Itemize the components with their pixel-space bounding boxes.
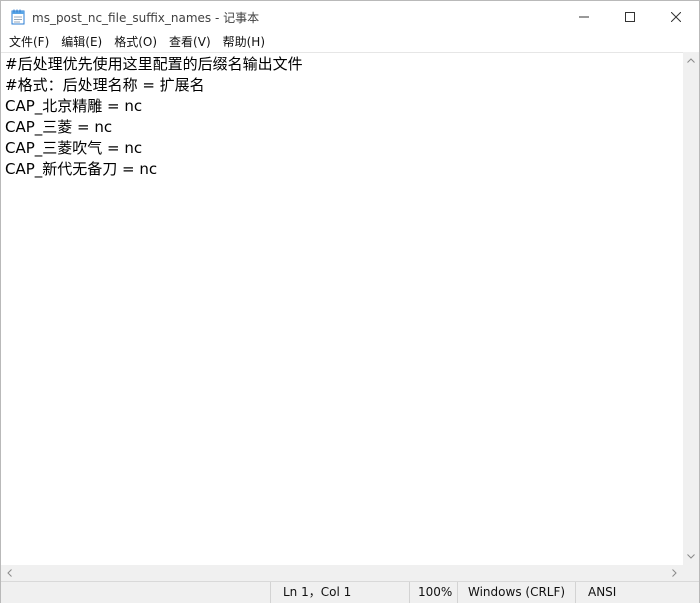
title-bar[interactable]: ms_post_nc_file_suffix_names - 记事本 xyxy=(1,1,699,32)
menu-bar: 文件(F) 编辑(E) 格式(O) 查看(V) 帮助(H) xyxy=(1,32,699,52)
menu-file[interactable]: 文件(F) xyxy=(3,32,55,52)
scroll-left-button[interactable] xyxy=(1,565,18,581)
text-line[interactable]: CAP_新代无备刀 = nc xyxy=(1,159,303,180)
scroll-right-button[interactable] xyxy=(666,565,683,581)
text-line[interactable]: #格式：后处理名称 = 扩展名 xyxy=(1,75,303,96)
cursor-position: Ln 1，Col 1 xyxy=(270,582,409,603)
chevron-right-icon xyxy=(672,569,677,577)
text-editor[interactable]: #后处理优先使用这里配置的后缀名输出文件 #格式：后处理名称 = 扩展名 CAP… xyxy=(1,52,683,565)
text-line[interactable]: #后处理优先使用这里配置的后缀名输出文件 xyxy=(1,54,303,75)
scrollbar-corner xyxy=(683,565,699,581)
text-line[interactable]: CAP_三菱 = nc xyxy=(1,117,303,138)
text-line[interactable]: CAP_北京精雕 = nc xyxy=(1,96,303,117)
horizontal-scrollbar[interactable] xyxy=(1,565,683,581)
text-line[interactable]: CAP_三菱吹气 = nc xyxy=(1,138,303,159)
status-bar: Ln 1，Col 1 100% Windows (CRLF) ANSI xyxy=(1,581,699,603)
chevron-up-icon xyxy=(687,58,695,63)
close-button[interactable] xyxy=(653,1,699,32)
notepad-window: ms_post_nc_file_suffix_names - 记事本 文件(F)… xyxy=(0,0,700,603)
line-ending: Windows (CRLF) xyxy=(457,582,575,603)
zoom-level: 100% xyxy=(409,582,457,603)
scroll-up-button[interactable] xyxy=(683,52,699,69)
close-icon xyxy=(671,11,681,22)
minimize-button[interactable] xyxy=(561,1,607,32)
encoding: ANSI xyxy=(575,582,699,603)
window-title: ms_post_nc_file_suffix_names - 记事本 xyxy=(32,11,260,25)
menu-edit[interactable]: 编辑(E) xyxy=(55,32,108,52)
menu-view[interactable]: 查看(V) xyxy=(163,32,217,52)
chevron-left-icon xyxy=(7,569,12,577)
menu-format[interactable]: 格式(O) xyxy=(108,32,163,52)
maximize-icon xyxy=(625,11,635,22)
editor-content[interactable]: #后处理优先使用这里配置的后缀名输出文件 #格式：后处理名称 = 扩展名 CAP… xyxy=(1,54,303,180)
minimize-icon xyxy=(579,16,589,17)
notepad-icon xyxy=(11,9,25,25)
menu-help[interactable]: 帮助(H) xyxy=(217,32,271,52)
chevron-down-icon xyxy=(687,554,695,559)
scroll-down-button[interactable] xyxy=(683,548,699,565)
vertical-scrollbar[interactable] xyxy=(683,52,699,565)
maximize-button[interactable] xyxy=(607,1,653,32)
